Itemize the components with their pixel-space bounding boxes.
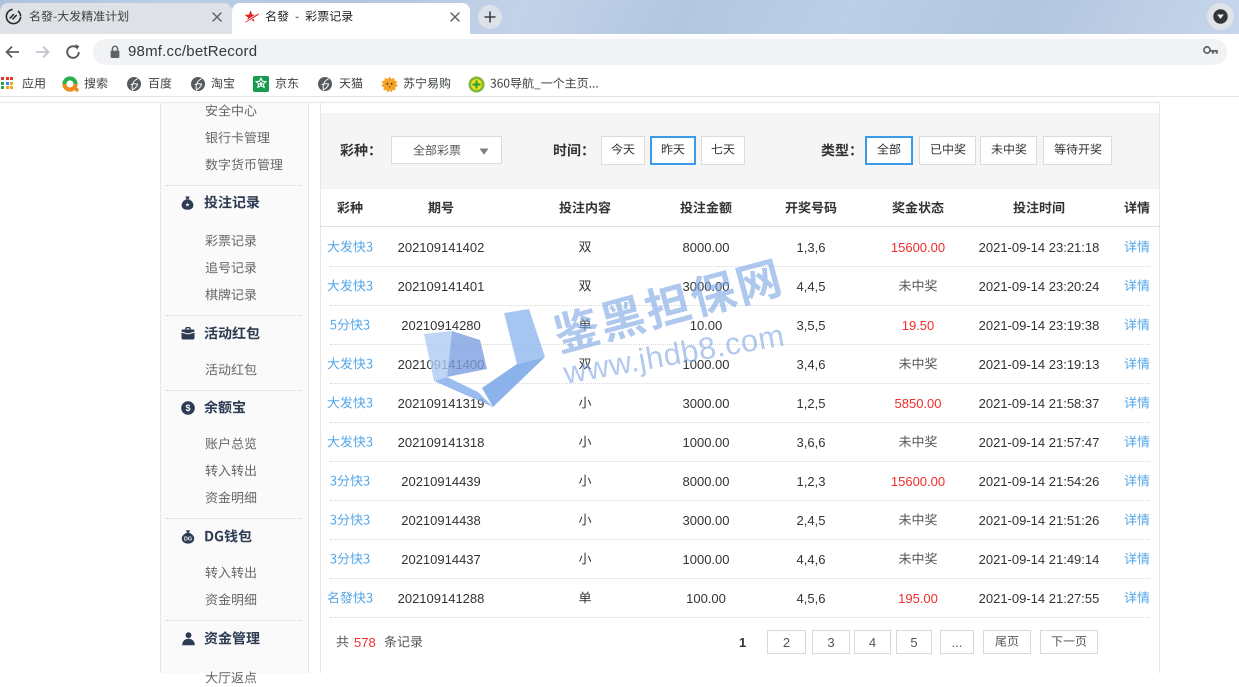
svg-text:DG: DG	[184, 537, 192, 543]
svg-text:$: $	[185, 403, 190, 413]
